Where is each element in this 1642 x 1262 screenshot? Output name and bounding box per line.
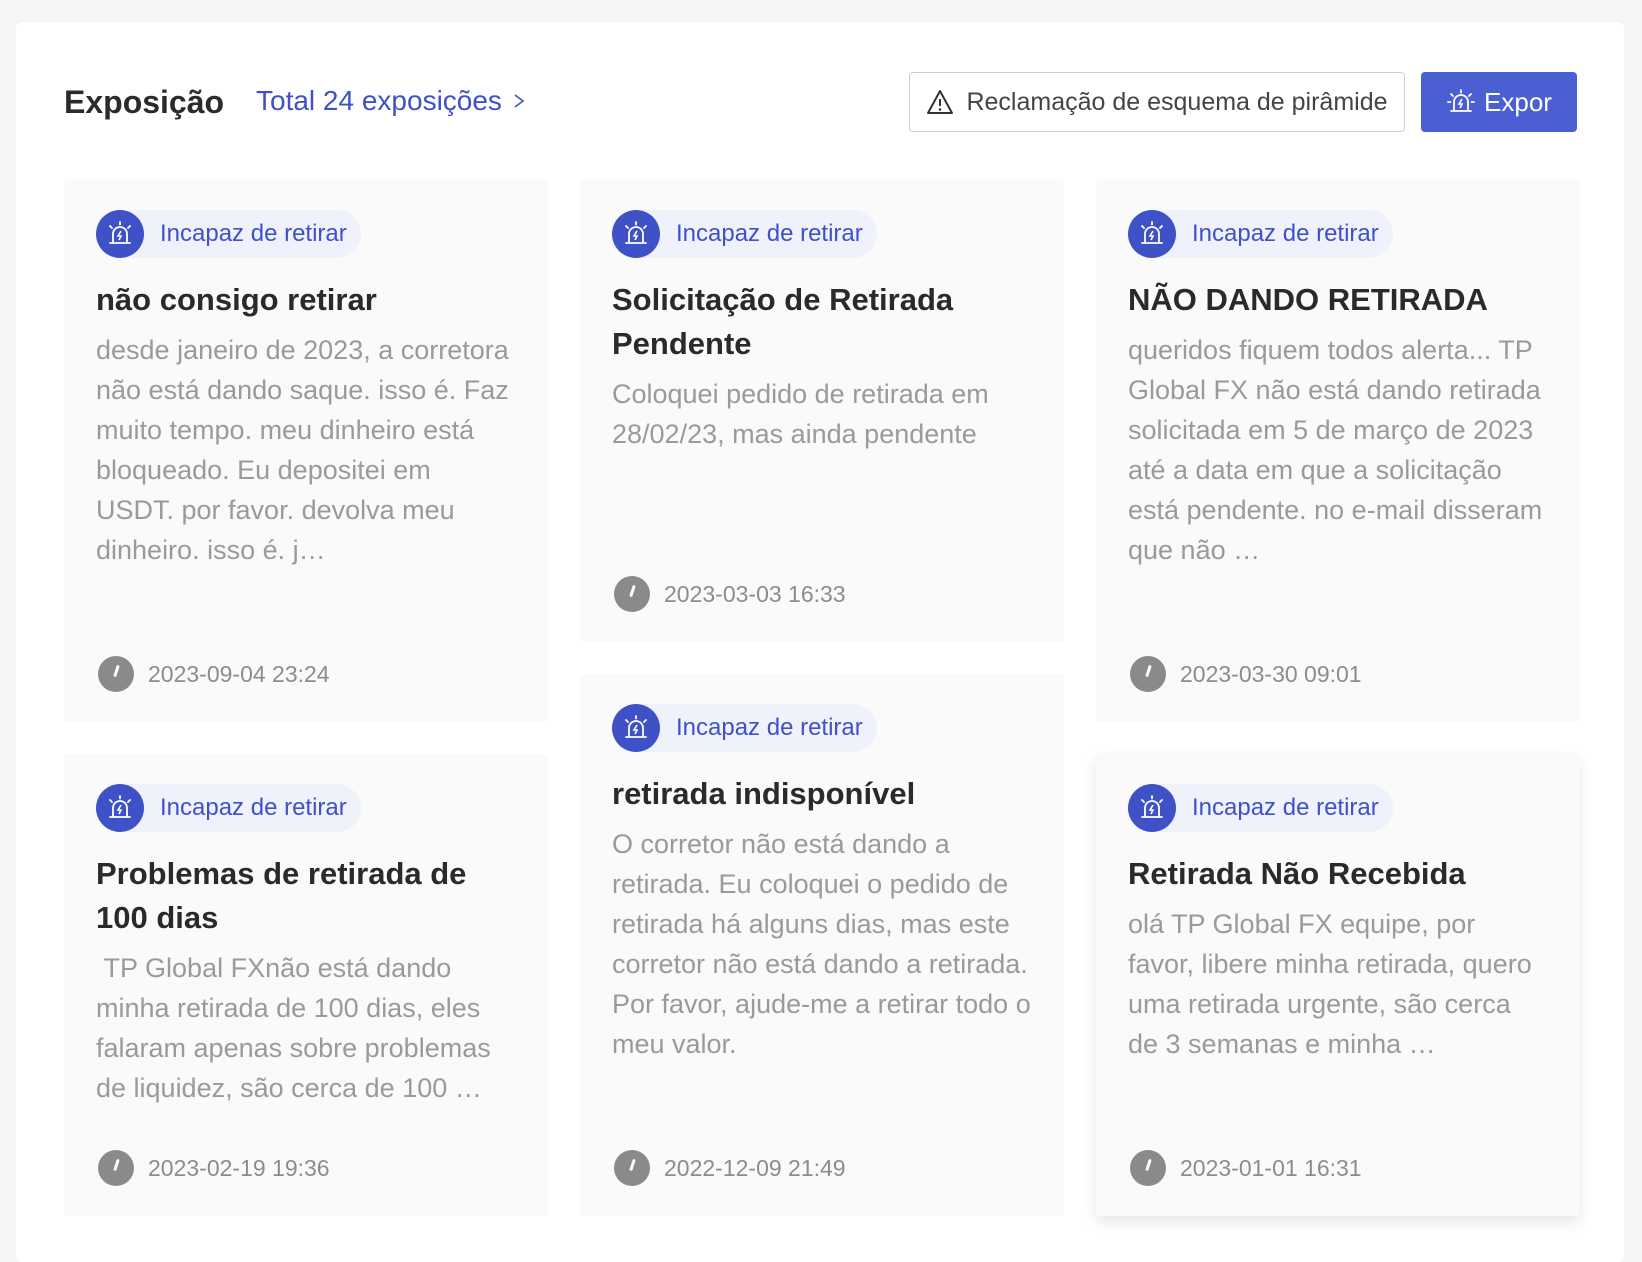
alarm-icon [1128, 210, 1176, 258]
card-date: 2023-09-04 23:24 [98, 656, 330, 692]
category-tag: Incapaz de retirar [96, 784, 361, 832]
category-tag-label: Incapaz de retirar [160, 220, 347, 247]
card-body: olá TP Global FX equipe, por favor, libe… [1128, 909, 1532, 1059]
pyramid-complaint-label: Reclamação de esquema de pirâmide [966, 87, 1388, 116]
clock-icon [1130, 656, 1166, 692]
category-tag: Incapaz de retirar [1128, 784, 1393, 832]
exposure-card[interactable]: Incapaz de retirar Retirada Não Recebida… [1096, 754, 1580, 1216]
category-tag: Incapaz de retirar [612, 210, 877, 258]
card-body: TP Global FXnão está dando minha retirad… [96, 953, 499, 1103]
card-title: não consigo retirar [96, 282, 377, 317]
card-title: Problemas de retirada de 100 dias [96, 856, 467, 935]
exposure-card[interactable]: Incapaz de retirar Problemas de retirada… [64, 754, 548, 1216]
warning-icon [927, 90, 954, 114]
pyramid-complaint-button[interactable]: Reclamação de esquema de pirâmide [909, 72, 1405, 132]
card-title: Solicitação de Retirada Pendente [612, 282, 954, 361]
card-date-text: 2023-02-19 19:36 [148, 1154, 330, 1181]
clock-icon [98, 1150, 134, 1186]
category-tag: Incapaz de retirar [1128, 210, 1393, 258]
card-date-text: 2023-09-04 23:24 [148, 660, 330, 687]
alarm-icon [1128, 784, 1176, 832]
card-title: Retirada Não Recebida [1128, 856, 1466, 891]
clock-icon [614, 1150, 650, 1186]
category-tag: Incapaz de retirar [612, 704, 877, 752]
exposure-card[interactable]: Incapaz de retirar Solicitação de Retira… [580, 180, 1064, 642]
exposure-header: Exposição Total 24 exposições Reclamação… [64, 72, 1577, 132]
expose-button[interactable]: Expor [1421, 72, 1577, 132]
exposure-card[interactable]: Incapaz de retirar NÃO DANDO RETIRADA qu… [1096, 180, 1580, 722]
clock-icon [614, 576, 650, 612]
card-title: NÃO DANDO RETIRADA [1128, 282, 1488, 317]
card-body: desde janeiro de 2023, a corretora não e… [96, 335, 509, 565]
category-tag-label: Incapaz de retirar [1192, 220, 1379, 247]
category-tag: Incapaz de retirar [96, 210, 361, 258]
clock-icon [1130, 1150, 1166, 1186]
alarm-icon [612, 210, 660, 258]
total-exposures-label: Total 24 exposições [256, 85, 502, 116]
card-date: 2023-02-19 19:36 [98, 1150, 330, 1186]
exposure-card[interactable]: Incapaz de retirar retirada indisponível… [580, 674, 1064, 1216]
exposure-card[interactable]: Incapaz de retirar não consigo retirar d… [64, 180, 548, 722]
card-date-text: 2022-12-09 21:49 [664, 1154, 846, 1181]
card-title: retirada indisponível [612, 776, 916, 811]
card-date-text: 2023-01-01 16:31 [1180, 1154, 1362, 1181]
card-body: O corretor não está dando a retirada. Eu… [612, 829, 1031, 1059]
card-date: 2023-01-01 16:31 [1130, 1150, 1362, 1186]
alarm-icon [1447, 89, 1475, 112]
card-date: 2023-03-30 09:01 [1130, 656, 1362, 692]
page-title: Exposição [64, 84, 225, 120]
card-body: Coloquei pedido de retirada em 28/02/23,… [612, 379, 989, 449]
alarm-icon [96, 784, 144, 832]
card-body: queridos fiquem todos alerta... TP Globa… [1128, 335, 1543, 565]
card-date-text: 2023-03-30 09:01 [1180, 660, 1362, 687]
card-date: 2023-03-03 16:33 [614, 576, 846, 612]
category-tag-label: Incapaz de retirar [160, 794, 347, 821]
chevron-right-icon [514, 94, 525, 108]
category-tag-label: Incapaz de retirar [676, 714, 863, 741]
category-tag-label: Incapaz de retirar [1192, 794, 1379, 821]
card-date-text: 2023-03-03 16:33 [664, 580, 846, 607]
alarm-icon [96, 210, 144, 258]
total-exposures-link[interactable]: Total 24 exposições [256, 85, 526, 117]
clock-icon [98, 656, 134, 692]
category-tag-label: Incapaz de retirar [676, 220, 863, 247]
alarm-icon [612, 704, 660, 752]
expose-label: Expor [1484, 86, 1552, 117]
card-date: 2022-12-09 21:49 [614, 1150, 846, 1186]
